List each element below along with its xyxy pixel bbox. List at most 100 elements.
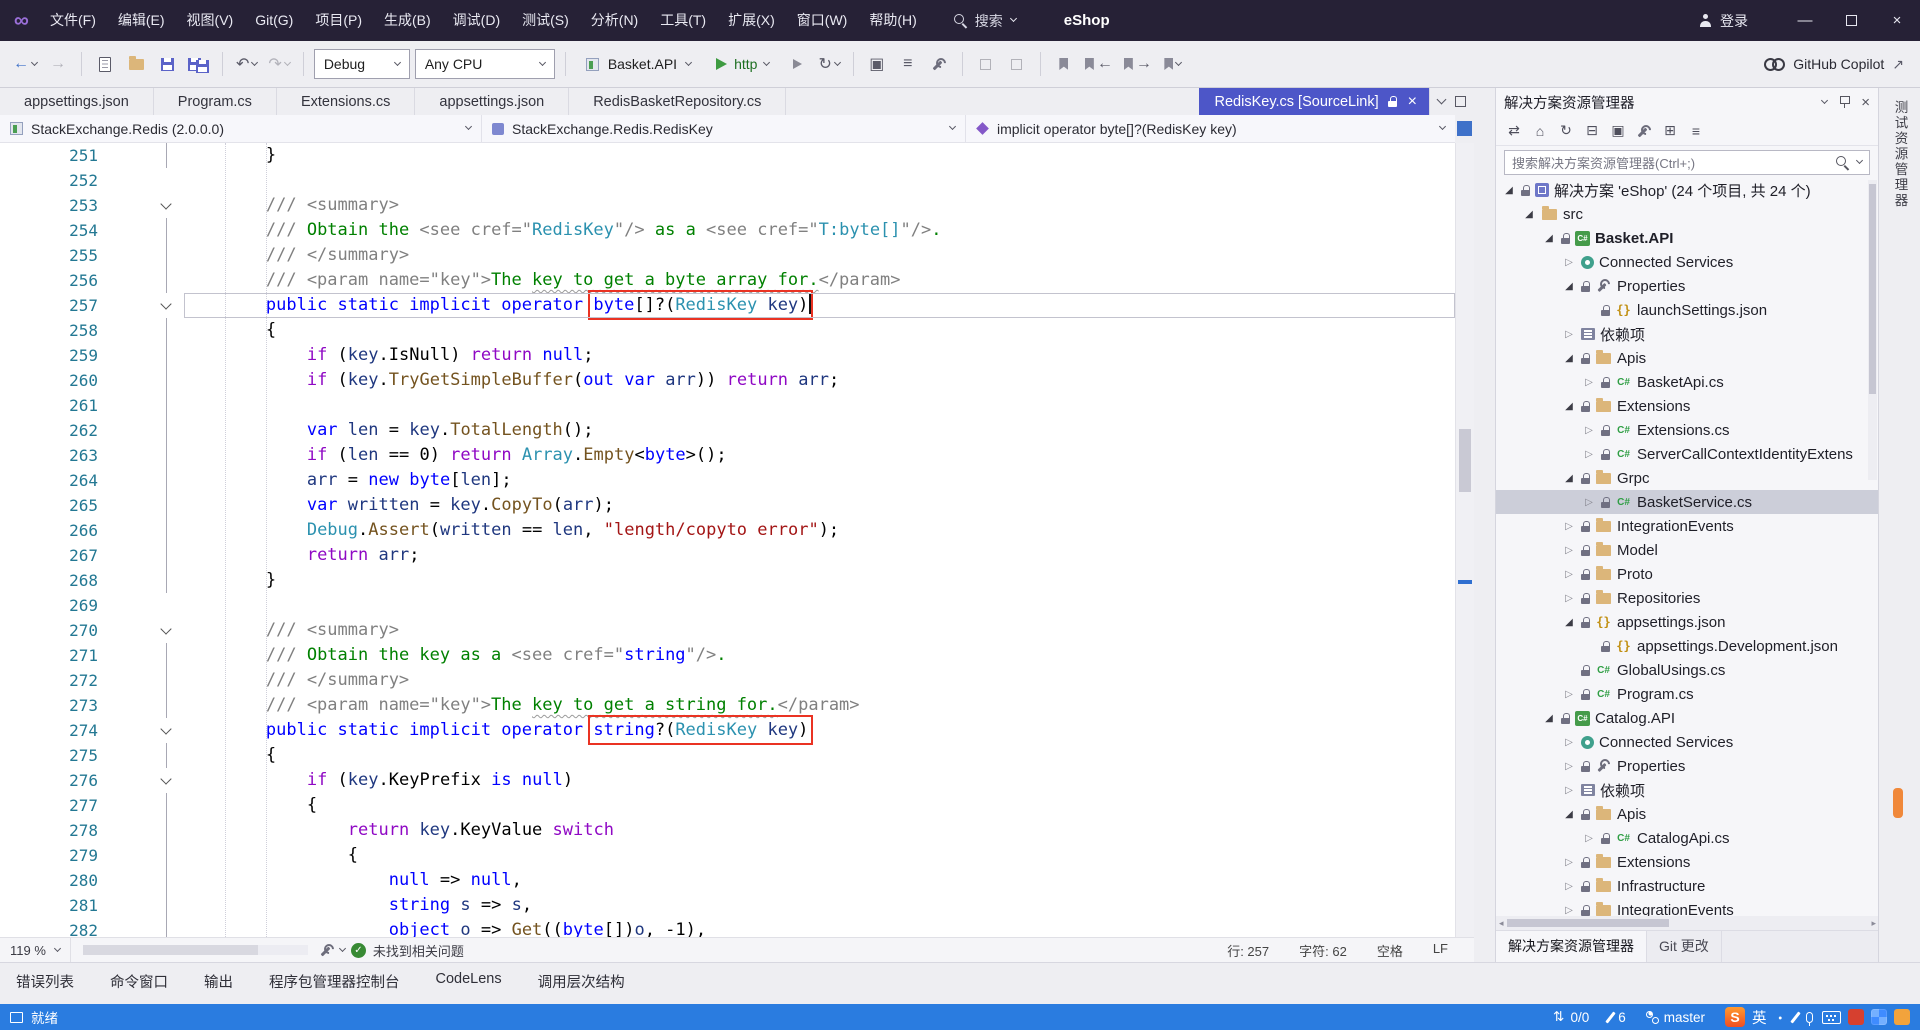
tree-item[interactable]: ▷ Infrastructure xyxy=(1496,874,1879,898)
expander-collapsed-icon[interactable]: ▷ xyxy=(1562,737,1576,748)
expander-open-icon[interactable]: ◢ xyxy=(1562,617,1576,628)
code-text[interactable]: arr = new byte[len]; xyxy=(184,468,1455,493)
sign-in-button[interactable]: 登录 xyxy=(1699,11,1748,31)
menu-item-0[interactable]: 文件(F) xyxy=(39,0,107,41)
code-text[interactable]: /// Obtain the <see cref="RedisKey"/> as… xyxy=(184,218,1455,243)
expander-collapsed-icon[interactable]: ▷ xyxy=(1562,785,1576,796)
preview-selected-button[interactable]: ⊞ xyxy=(1658,119,1682,143)
code-text[interactable]: if (key.IsNull) return null; xyxy=(184,343,1455,368)
breadcrumb-assembly[interactable]: StackExchange.Redis (2.0.0.0) xyxy=(0,115,482,142)
tab-4[interactable]: RedisBasketRepository.cs xyxy=(569,88,787,115)
expander-collapsed-icon[interactable]: ▷ xyxy=(1562,761,1576,772)
menu-item-3[interactable]: Git(G) xyxy=(244,0,304,41)
debug-configuration-dropdown[interactable]: Debug xyxy=(313,49,410,79)
expander-open-icon[interactable]: ◢ xyxy=(1502,185,1516,196)
ime-logo[interactable]: S xyxy=(1725,1007,1745,1027)
maximize-button[interactable] xyxy=(1828,0,1874,41)
code-text[interactable]: return key.KeyValue switch xyxy=(184,818,1455,843)
editor-vertical-scrollbar[interactable] xyxy=(1455,143,1474,937)
tree-item[interactable]: ▷ Repositories xyxy=(1496,586,1879,610)
open-file-button[interactable] xyxy=(123,49,149,79)
expander-collapsed-icon[interactable]: ▷ xyxy=(1562,545,1576,556)
expander-collapsed-icon[interactable]: ▷ xyxy=(1562,257,1576,268)
new-file-button[interactable] xyxy=(92,49,118,79)
title-search[interactable]: 搜索 xyxy=(953,11,1017,31)
expander-collapsed-icon[interactable]: ▷ xyxy=(1562,881,1576,892)
breadcrumb-type[interactable]: StackExchange.Redis.RedisKey xyxy=(482,115,966,142)
github-copilot-button[interactable]: GitHub Copilot ↗ xyxy=(1764,56,1904,73)
expander-collapsed-icon[interactable]: ▷ xyxy=(1582,425,1596,436)
show-all-files-button[interactable]: ▣ xyxy=(1606,119,1630,143)
code-text[interactable]: null => null, xyxy=(184,868,1455,893)
sync-commits-button[interactable]: ⇅ 0/0 xyxy=(1553,1009,1589,1025)
menu-item-7[interactable]: 测试(S) xyxy=(511,0,580,41)
tree-item[interactable]: ◢ appsettings.json xyxy=(1496,610,1879,634)
save-all-button[interactable] xyxy=(185,49,212,79)
code-text[interactable]: } xyxy=(184,143,1455,168)
options-button[interactable] xyxy=(926,49,952,79)
close-panel-icon[interactable]: × xyxy=(1861,94,1870,111)
ime-mic-icon[interactable] xyxy=(1806,1011,1813,1026)
find-in-files-button[interactable] xyxy=(973,49,999,79)
tree-item[interactable]: ▷ 依赖项 xyxy=(1496,778,1879,802)
code-text[interactable]: string s => s, xyxy=(184,893,1455,918)
expander-collapsed-icon[interactable]: ▷ xyxy=(1562,905,1576,916)
tree-item[interactable]: ◢ 解决方案 'eShop' (24 个项目, 共 24 个) xyxy=(1496,178,1879,202)
pin-icon[interactable] xyxy=(1839,96,1851,108)
menu-item-10[interactable]: 扩展(X) xyxy=(717,0,786,41)
panel-tab-3[interactable]: 程序包管理器控制台 xyxy=(269,971,400,1004)
switch-views-button[interactable]: ⇄ xyxy=(1502,119,1526,143)
menu-item-11[interactable]: 窗口(W) xyxy=(786,0,859,41)
panel-tab-1[interactable]: 命令窗口 xyxy=(110,971,168,1004)
tree-item[interactable]: ▷ IntegrationEvents xyxy=(1496,514,1879,538)
line-indicator[interactable]: 行: 257 xyxy=(1227,941,1269,960)
show-output-button[interactable]: ≡ xyxy=(895,49,921,79)
tree-item[interactable]: launchSettings.json xyxy=(1496,298,1879,322)
tree-item[interactable]: ▷ Extensions.cs xyxy=(1496,418,1879,442)
document-health-indicator[interactable]: ✓ 未找到相关问题 xyxy=(350,941,464,960)
expander-collapsed-icon[interactable]: ▷ xyxy=(1562,857,1576,868)
expander-collapsed-icon[interactable]: ▷ xyxy=(1582,833,1596,844)
sync-with-active-document-button[interactable]: ≡ xyxy=(1684,119,1708,143)
tree-item[interactable]: ▷ Connected Services xyxy=(1496,250,1879,274)
menu-item-9[interactable]: 工具(T) xyxy=(649,0,717,41)
prev-bookmark-button[interactable]: ← xyxy=(1082,49,1116,79)
scroll-left-icon[interactable]: ◂ xyxy=(1499,918,1504,929)
fold-toggle[interactable] xyxy=(122,193,184,218)
refresh-button[interactable]: ↻ xyxy=(1554,119,1578,143)
tree-item[interactable]: ▷ 依赖项 xyxy=(1496,322,1879,346)
code-text[interactable]: /// <param name="key">The key to get a s… xyxy=(184,693,1455,718)
tree-item[interactable]: ◢ Apis xyxy=(1496,802,1879,826)
tree-item[interactable]: ▷ Program.cs xyxy=(1496,682,1879,706)
fold-toggle[interactable] xyxy=(122,618,184,643)
panel-tab-2[interactable]: 输出 xyxy=(204,971,233,1004)
undo-button[interactable]: ↶ xyxy=(233,49,260,79)
next-bookmark-button[interactable]: → xyxy=(1121,49,1155,79)
expander-collapsed-icon[interactable]: ▷ xyxy=(1562,569,1576,580)
se-bottom-tab-0[interactable]: 解决方案资源管理器 xyxy=(1496,931,1647,962)
navigate-forward-button[interactable]: → xyxy=(45,49,71,79)
active-files-dropdown-icon[interactable] xyxy=(1436,94,1447,105)
expander-collapsed-icon[interactable]: ▷ xyxy=(1582,497,1596,508)
tree-vertical-scrollbar[interactable] xyxy=(1868,180,1877,480)
document-health-settings-icon[interactable] xyxy=(320,943,334,957)
code-text[interactable]: public static implicit operator byte[]?(… xyxy=(184,290,1455,320)
tree-item[interactable]: ▷ Connected Services xyxy=(1496,730,1879,754)
ime-skin-icon[interactable] xyxy=(1894,1009,1910,1025)
tree-item[interactable]: ▷ CatalogApi.cs xyxy=(1496,826,1879,850)
toggle-bookmark-button[interactable] xyxy=(1051,49,1077,79)
eol-indicator[interactable]: LF xyxy=(1433,941,1448,960)
ime-grid-icon[interactable] xyxy=(1871,1009,1887,1025)
close-tab-icon[interactable]: × xyxy=(1408,93,1417,111)
startup-project-dropdown[interactable]: Basket.API xyxy=(576,49,701,79)
tree-item[interactable]: ◢ Grpc xyxy=(1496,466,1879,490)
tree-horizontal-scrollbar[interactable]: ◂ ▸ xyxy=(1496,916,1879,930)
code-text[interactable]: { xyxy=(184,318,1455,343)
code-editor[interactable]: 251 } 252 253 /// <summary> 254 /// Obtain … xyxy=(0,143,1455,937)
panel-tab-0[interactable]: 错误列表 xyxy=(16,971,74,1004)
code-text[interactable]: if (key.KeyPrefix is null) xyxy=(184,768,1455,793)
tree-item[interactable]: ◢ Properties xyxy=(1496,274,1879,298)
panel-tab-4[interactable]: CodeLens xyxy=(436,971,502,1004)
git-branch-button[interactable]: master xyxy=(1645,1010,1705,1025)
expander-open-icon[interactable]: ◢ xyxy=(1562,809,1576,820)
